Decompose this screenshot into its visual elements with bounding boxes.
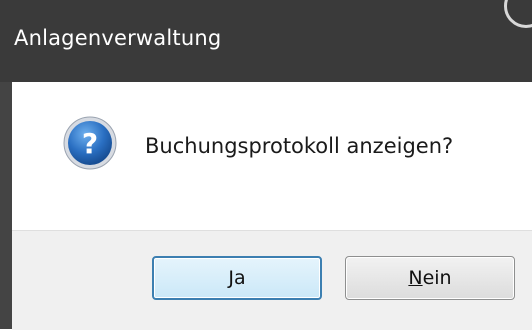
question-icon: ? — [63, 116, 117, 170]
dialog-button-bar: Ja Nein — [12, 230, 532, 330]
window-frame — [0, 82, 12, 329]
yes-button[interactable]: Ja — [152, 256, 322, 300]
no-button-mnemonic: N — [408, 267, 423, 289]
no-button-label: Nein — [408, 267, 451, 289]
svg-text:?: ? — [82, 127, 98, 160]
dialog-message: Buchungsprotokoll anzeigen? — [145, 134, 454, 158]
no-button[interactable]: Nein — [345, 256, 515, 300]
dialog-title: Anlagenverwaltung — [14, 26, 222, 50]
no-button-label-rest: ein — [422, 267, 452, 289]
yes-button-label: Ja — [228, 267, 246, 289]
dialog-titlebar[interactable]: Anlagenverwaltung — [0, 0, 532, 82]
close-button[interactable] — [504, 0, 532, 28]
dialog-content: ? Buchungsprotokoll anzeigen? — [12, 82, 532, 230]
